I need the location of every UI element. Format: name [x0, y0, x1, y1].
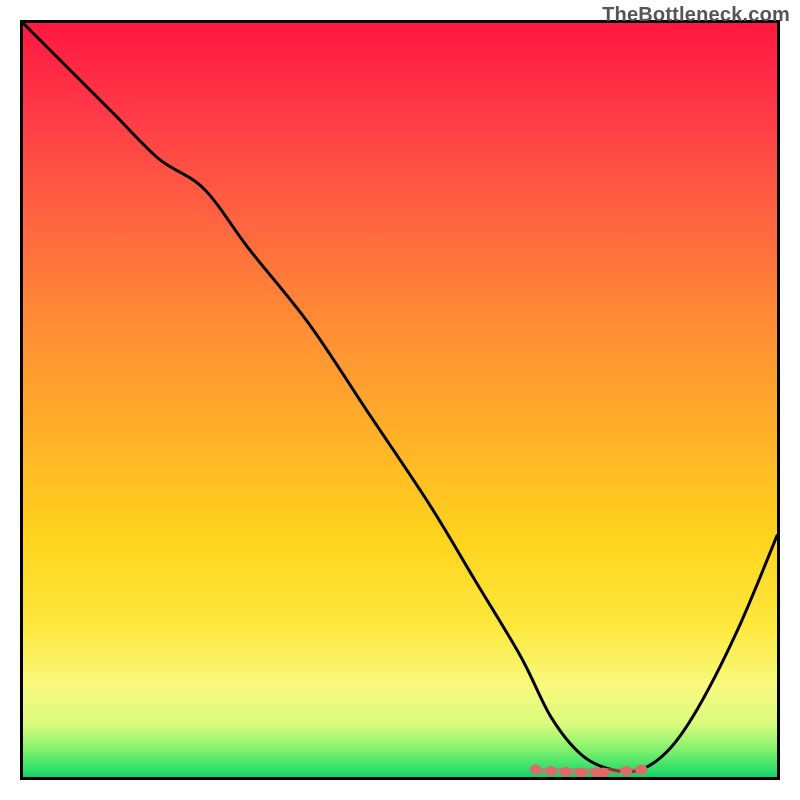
plot-area — [20, 20, 780, 780]
optimal-range-markers — [23, 23, 777, 777]
optimal-marker — [560, 767, 572, 777]
watermark-text: TheBottleneck.com — [602, 4, 790, 27]
optimal-marker — [620, 766, 632, 776]
optimal-marker — [635, 764, 647, 774]
optimal-marker — [575, 767, 587, 777]
optimal-marker — [545, 766, 557, 776]
optimal-marker — [530, 764, 542, 774]
chart-stage: TheBottleneck.com — [0, 0, 800, 800]
optimal-marker — [598, 767, 610, 777]
